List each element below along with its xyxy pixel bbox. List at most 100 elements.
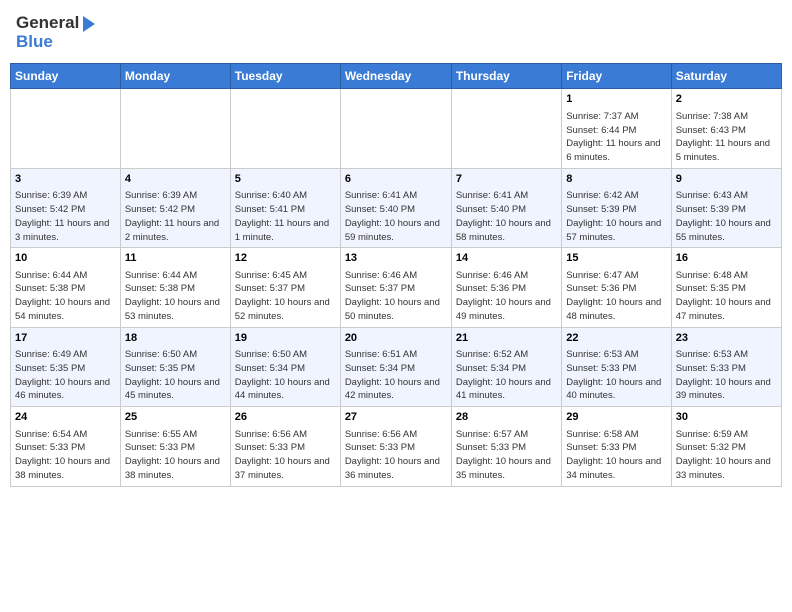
calendar-cell: 8 Sunrise: 6:42 AM Sunset: 5:39 PM Daylig… [562,168,671,247]
day-number: 7 [456,172,557,187]
day-info: Sunrise: 6:56 AM Sunset: 5:33 PM Dayligh… [345,428,447,483]
calendar-week-row: 24 Sunrise: 6:54 AM Sunset: 5:33 PM Dayli… [11,407,782,486]
calendar-week-row: 10 Sunrise: 6:44 AM Sunset: 5:38 PM Dayli… [11,248,782,327]
day-number: 12 [235,251,336,266]
calendar-table: SundayMondayTuesdayWednesdayThursdayFrid… [10,63,782,486]
day-info: Sunrise: 6:50 AM Sunset: 5:34 PM Dayligh… [235,348,336,403]
day-number: 21 [456,331,557,346]
day-number: 26 [235,410,336,425]
calendar-cell: 30 Sunrise: 6:59 AM Sunset: 5:32 PM Dayli… [671,407,781,486]
calendar-cell: 3 Sunrise: 6:39 AM Sunset: 5:42 PM Daylig… [11,168,121,247]
day-number: 3 [15,172,116,187]
col-header-monday: Monday [120,64,230,89]
calendar-cell: 17Sunrise: 6:49 AM Sunset: 5:35 PM Dayli… [11,327,121,406]
day-number: 5 [235,172,336,187]
day-number: 8 [566,172,666,187]
day-info: Sunrise: 6:44 AM Sunset: 5:38 PM Dayligh… [15,269,116,324]
day-info: Sunrise: 6:49 AM Sunset: 5:35 PM Dayligh… [15,348,116,403]
calendar-week-row: 3 Sunrise: 6:39 AM Sunset: 5:42 PM Daylig… [11,168,782,247]
day-number: 29 [566,410,666,425]
col-header-wednesday: Wednesday [340,64,451,89]
calendar-cell: 15 Sunrise: 6:47 AM Sunset: 5:36 PM Dayli… [562,248,671,327]
calendar-cell: 2 Sunrise: 7:38 AM Sunset: 6:43 PM Daylig… [671,89,781,168]
day-number: 13 [345,251,447,266]
calendar-week-row: 17Sunrise: 6:49 AM Sunset: 5:35 PM Dayli… [11,327,782,406]
calendar-cell: 12 Sunrise: 6:45 AM Sunset: 5:37 PM Dayli… [230,248,340,327]
day-number: 4 [125,172,226,187]
day-number: 9 [676,172,777,187]
day-info: Sunrise: 6:58 AM Sunset: 5:33 PM Dayligh… [566,428,666,483]
day-number: 20 [345,331,447,346]
logo-text: General Blue [16,14,95,51]
day-info: Sunrise: 6:41 AM Sunset: 5:40 PM Dayligh… [456,189,557,244]
col-header-saturday: Saturday [671,64,781,89]
calendar-cell: 24 Sunrise: 6:54 AM Sunset: 5:33 PM Dayli… [11,407,121,486]
calendar-cell: 14 Sunrise: 6:46 AM Sunset: 5:36 PM Dayli… [451,248,561,327]
day-info: Sunrise: 6:48 AM Sunset: 5:35 PM Dayligh… [676,269,777,324]
day-number: 24 [15,410,116,425]
col-header-sunday: Sunday [11,64,121,89]
day-info: Sunrise: 6:54 AM Sunset: 5:33 PM Dayligh… [15,428,116,483]
calendar-cell: 16 Sunrise: 6:48 AM Sunset: 5:35 PM Dayli… [671,248,781,327]
day-number: 2 [676,92,777,107]
day-number: 18 [125,331,226,346]
day-info: Sunrise: 6:45 AM Sunset: 5:37 PM Dayligh… [235,269,336,324]
day-number: 15 [566,251,666,266]
calendar-header-row: SundayMondayTuesdayWednesdayThursdayFrid… [11,64,782,89]
day-info: Sunrise: 6:42 AM Sunset: 5:39 PM Dayligh… [566,189,666,244]
calendar-cell: 9 Sunrise: 6:43 AM Sunset: 5:39 PM Daylig… [671,168,781,247]
logo-blue: Blue [16,33,95,52]
day-info: Sunrise: 6:39 AM Sunset: 5:42 PM Dayligh… [125,189,226,244]
calendar-cell: 10 Sunrise: 6:44 AM Sunset: 5:38 PM Dayli… [11,248,121,327]
calendar-page: General Blue SundayMondayTuesdayWednesda… [0,0,792,497]
calendar-cell [230,89,340,168]
calendar-cell: 20Sunrise: 6:51 AM Sunset: 5:34 PM Dayli… [340,327,451,406]
calendar-cell [451,89,561,168]
day-info: Sunrise: 6:53 AM Sunset: 5:33 PM Dayligh… [676,348,777,403]
calendar-cell: 27Sunrise: 6:56 AM Sunset: 5:33 PM Dayli… [340,407,451,486]
calendar-cell: 7 Sunrise: 6:41 AM Sunset: 5:40 PM Daylig… [451,168,561,247]
col-header-friday: Friday [562,64,671,89]
day-info: Sunrise: 6:50 AM Sunset: 5:35 PM Dayligh… [125,348,226,403]
header: General Blue [10,10,782,55]
day-number: 14 [456,251,557,266]
day-number: 6 [345,172,447,187]
calendar-cell: 29 Sunrise: 6:58 AM Sunset: 5:33 PM Dayli… [562,407,671,486]
day-info: Sunrise: 7:38 AM Sunset: 6:43 PM Dayligh… [676,110,777,165]
day-number: 23 [676,331,777,346]
col-header-tuesday: Tuesday [230,64,340,89]
calendar-cell: 22Sunrise: 6:53 AM Sunset: 5:33 PM Dayli… [562,327,671,406]
day-info: Sunrise: 6:47 AM Sunset: 5:36 PM Dayligh… [566,269,666,324]
calendar-cell: 26 Sunrise: 6:56 AM Sunset: 5:33 PM Dayli… [230,407,340,486]
calendar-cell: 21Sunrise: 6:52 AM Sunset: 5:34 PM Dayli… [451,327,561,406]
day-number: 25 [125,410,226,425]
day-info: Sunrise: 6:43 AM Sunset: 5:39 PM Dayligh… [676,189,777,244]
day-number: 16 [676,251,777,266]
logo-container: General Blue [16,14,95,51]
logo-general: General [16,14,95,33]
calendar-cell: 23 Sunrise: 6:53 AM Sunset: 5:33 PM Dayli… [671,327,781,406]
calendar-cell: 4 Sunrise: 6:39 AM Sunset: 5:42 PM Daylig… [120,168,230,247]
day-info: Sunrise: 6:46 AM Sunset: 5:36 PM Dayligh… [456,269,557,324]
calendar-cell: 11Sunrise: 6:44 AM Sunset: 5:38 PM Dayli… [120,248,230,327]
logo: General Blue [16,14,95,51]
calendar-cell [120,89,230,168]
day-number: 10 [15,251,116,266]
day-info: Sunrise: 6:39 AM Sunset: 5:42 PM Dayligh… [15,189,116,244]
calendar-cell: 1 Sunrise: 7:37 AM Sunset: 6:44 PM Daylig… [562,89,671,168]
day-number: 1 [566,92,666,107]
day-info: Sunrise: 6:46 AM Sunset: 5:37 PM Dayligh… [345,269,447,324]
day-info: Sunrise: 7:37 AM Sunset: 6:44 PM Dayligh… [566,110,666,165]
day-number: 30 [676,410,777,425]
calendar-cell: 18 Sunrise: 6:50 AM Sunset: 5:35 PM Dayli… [120,327,230,406]
day-info: Sunrise: 6:56 AM Sunset: 5:33 PM Dayligh… [235,428,336,483]
calendar-cell [340,89,451,168]
col-header-thursday: Thursday [451,64,561,89]
calendar-week-row: 1 Sunrise: 7:37 AM Sunset: 6:44 PM Daylig… [11,89,782,168]
day-number: 22 [566,331,666,346]
calendar-cell: 25Sunrise: 6:55 AM Sunset: 5:33 PM Dayli… [120,407,230,486]
day-info: Sunrise: 6:59 AM Sunset: 5:32 PM Dayligh… [676,428,777,483]
calendar-cell: 5 Sunrise: 6:40 AM Sunset: 5:41 PM Daylig… [230,168,340,247]
day-info: Sunrise: 6:41 AM Sunset: 5:40 PM Dayligh… [345,189,447,244]
day-info: Sunrise: 6:40 AM Sunset: 5:41 PM Dayligh… [235,189,336,244]
